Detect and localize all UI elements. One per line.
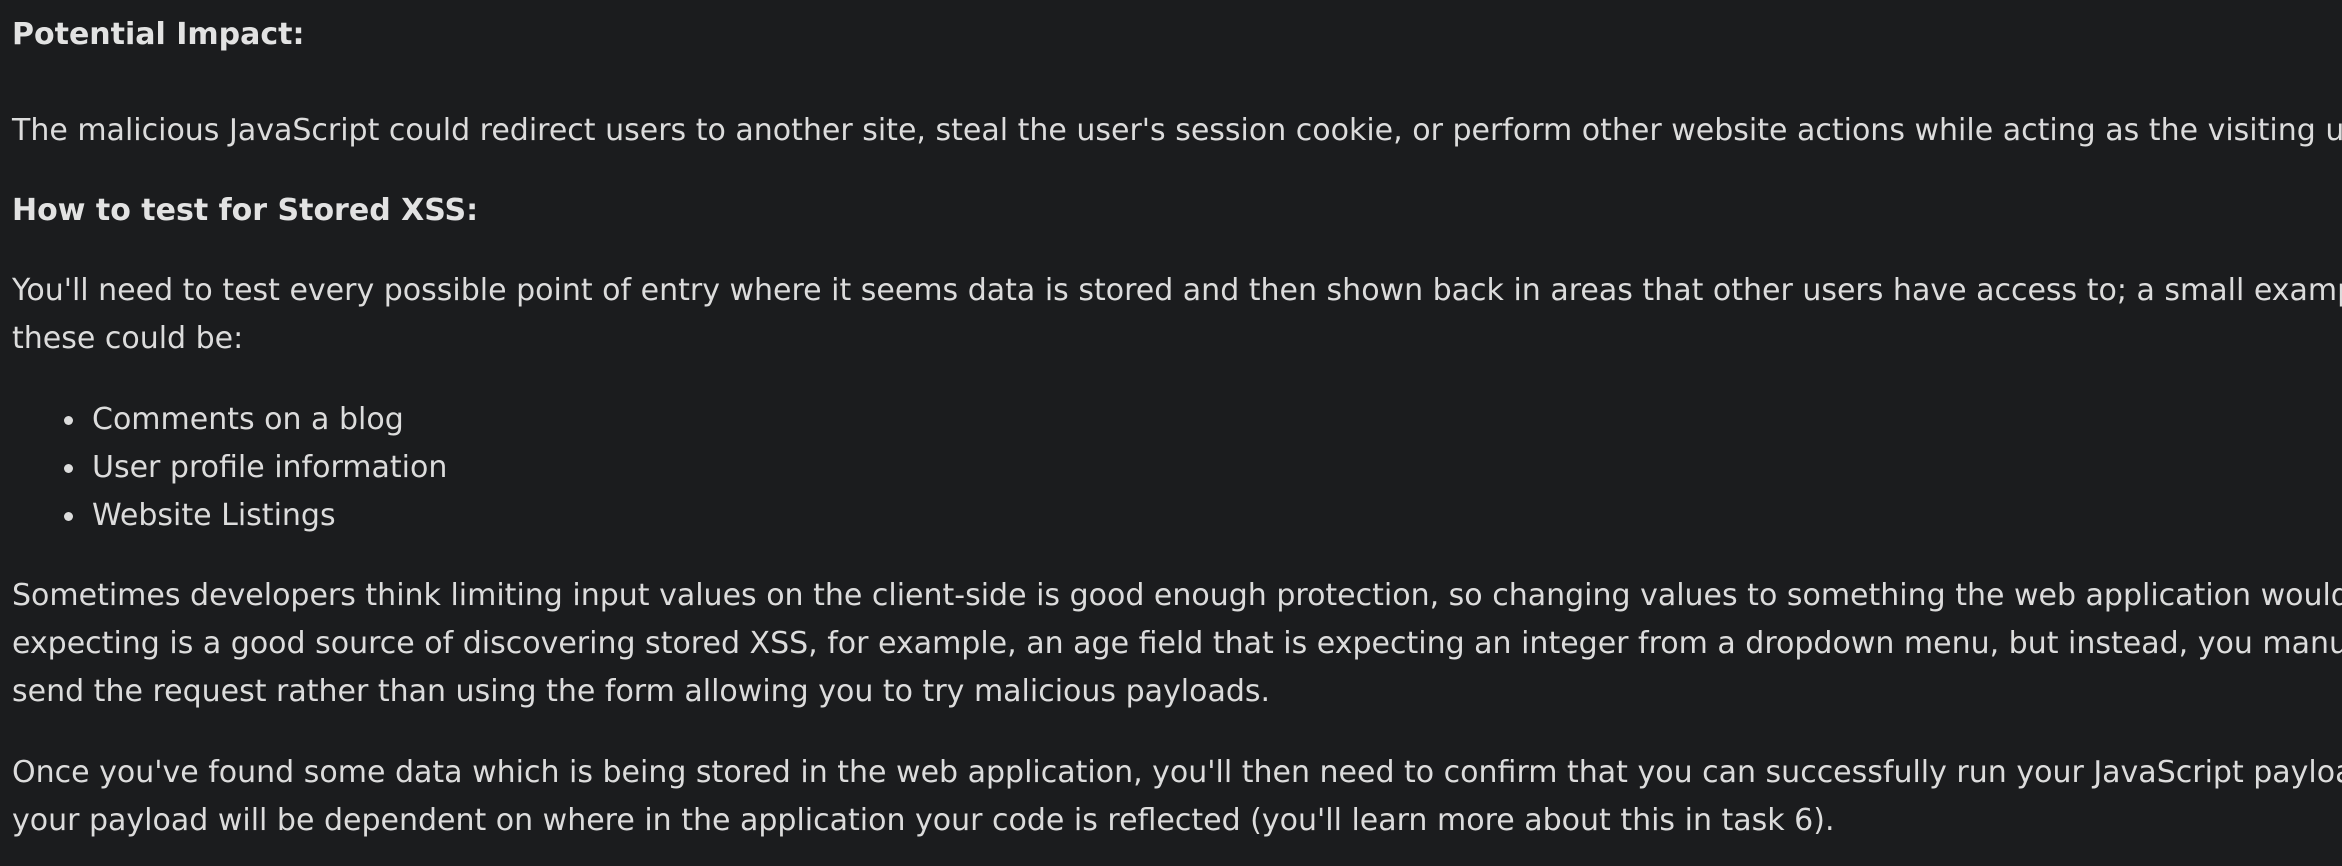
paragraph-line: Sometimes developers think limiting inpu… [12,578,2342,613]
list-item-label: Website Listings [92,498,336,533]
paragraph-line: these could be: [12,321,244,356]
paragraph-impact: The malicious JavaScript could redirect … [12,113,2342,148]
list-item-label: User profile information [92,450,448,485]
list-item-label: Comments on a blog [92,402,404,437]
bullet-icon [64,512,73,521]
heading-potential-impact: Potential Impact: [12,17,305,52]
examples-list: Comments on a blog User profile informat… [12,396,447,540]
paragraph-line: your payload will be dependent on where … [12,803,1835,838]
list-item: Website Listings [12,492,447,540]
paragraph-line: send the request rather than using the f… [12,674,1271,709]
bullet-icon [64,464,73,473]
paragraph-client-side: Sometimes developers think limiting inpu… [12,572,2342,716]
list-item: User profile information [12,444,447,492]
paragraph-line: Once you've found some data which is bei… [12,755,2342,790]
bullet-icon [64,416,73,425]
heading-how-to-test: How to test for Stored XSS: [12,193,479,228]
paragraph-entry-points: You'll need to test every possible point… [12,267,2342,363]
paragraph-line: You'll need to test every possible point… [12,273,2342,308]
paragraph-line: expecting is a good source of discoverin… [12,626,2342,661]
paragraph-confirm-payload: Once you've found some data which is bei… [12,749,2342,845]
list-item: Comments on a blog [12,396,447,444]
